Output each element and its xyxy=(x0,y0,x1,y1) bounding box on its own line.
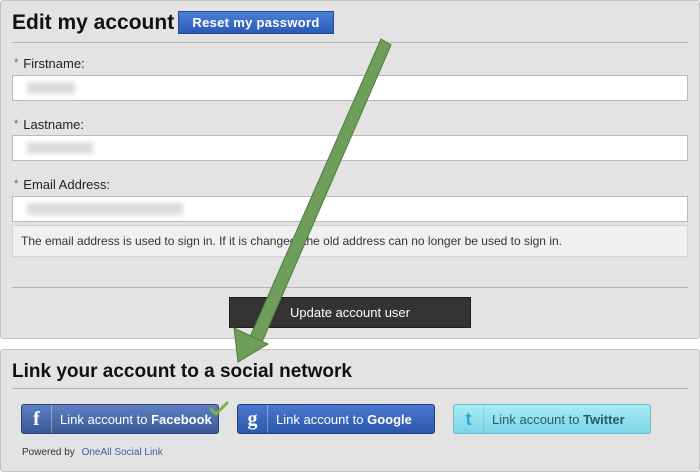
link-twitter-button[interactable]: t Link account to Twitter xyxy=(453,404,651,434)
redacted-value xyxy=(27,142,93,154)
facebook-icon: f xyxy=(22,405,52,433)
required-marker: * xyxy=(14,57,19,69)
lastname-field[interactable] xyxy=(12,135,688,161)
google-icon: g xyxy=(238,405,268,433)
page-title: Edit my account xyxy=(12,11,175,34)
oneall-link[interactable]: OneAll Social Link xyxy=(82,447,163,458)
link-facebook-button[interactable]: f Link account to Facebook xyxy=(21,404,219,434)
email-help-text: The email address is used to sign in. If… xyxy=(12,225,688,257)
link-google-button[interactable]: g Link account to Google xyxy=(237,404,435,434)
redacted-value xyxy=(27,82,75,94)
update-account-button[interactable]: Update account user xyxy=(229,297,471,328)
powered-by: Powered by OneAll Social Link xyxy=(22,447,163,458)
lastname-label: * Lastname: xyxy=(14,117,84,132)
edit-account-header: Edit my account xyxy=(12,9,174,37)
email-label: * Email Address: xyxy=(14,177,110,192)
firstname-label: * Firstname: xyxy=(14,56,85,71)
redacted-value xyxy=(27,203,183,215)
firstname-field[interactable] xyxy=(12,75,688,101)
edit-account-panel xyxy=(0,0,700,339)
reset-password-button[interactable]: Reset my password xyxy=(178,11,334,34)
required-marker: * xyxy=(14,178,19,190)
twitter-icon: t xyxy=(454,405,484,433)
required-marker: * xyxy=(14,118,19,130)
email-field[interactable] xyxy=(12,196,688,222)
divider xyxy=(12,42,688,43)
linked-check-icon xyxy=(209,401,229,416)
divider xyxy=(12,388,688,389)
social-section-title: Link your account to a social network xyxy=(12,361,352,382)
divider xyxy=(12,287,688,288)
